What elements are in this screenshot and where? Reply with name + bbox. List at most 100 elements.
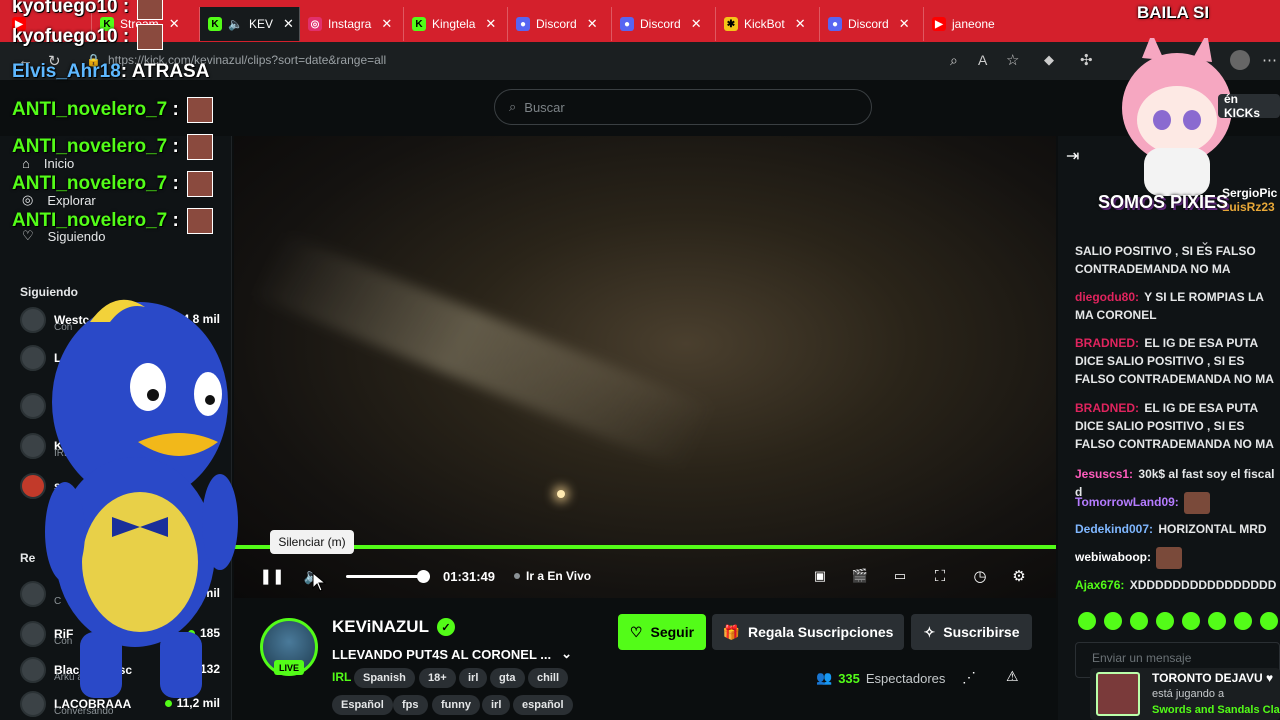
emote-icon[interactable] [1104, 612, 1122, 630]
chat-username[interactable]: Jesuscs1: [1075, 467, 1133, 481]
chat-username[interactable]: TomorrowLand09: [1075, 495, 1179, 509]
close-icon[interactable]: ✕ [485, 16, 496, 32]
gift-icon: 🎁 [722, 623, 740, 640]
tab-6[interactable]: ✱ KickBot ✕ [716, 7, 820, 41]
close-icon[interactable]: ✕ [899, 16, 910, 32]
chat-username[interactable]: BRADNED: [1075, 336, 1139, 350]
search-input[interactable]: ⌕ Buscar [494, 89, 872, 125]
video-player[interactable] [234, 136, 1056, 598]
overlay-username: ANTI_novelero_7 [12, 99, 168, 121]
close-icon[interactable]: ✕ [381, 16, 392, 32]
chat-username[interactable]: webiwaboop: [1075, 550, 1151, 564]
overlay-text: : [172, 99, 179, 121]
discord-icon: ● [828, 17, 842, 31]
tag[interactable]: funny [432, 695, 480, 715]
emote-icon[interactable] [1182, 612, 1200, 630]
progress-fill [234, 545, 1056, 549]
kick-icon: K [208, 17, 222, 31]
category-link[interactable]: IRL [332, 670, 351, 684]
overlay-line: kyofuego10 : [12, 24, 164, 50]
channel-category: Conversando [54, 706, 114, 717]
discord-icon: ● [620, 17, 634, 31]
viewer-count: 👥 335 Espectadores [816, 670, 945, 686]
report-icon[interactable]: ⚠ [1006, 668, 1019, 685]
zoom-icon[interactable]: ⌕ [950, 52, 958, 69]
tab-1[interactable]: K 🔈 KEV ✕ [200, 7, 300, 41]
now-playing-card: TORONTO DEJAVU ♥ está jugando a Swords a… [1090, 668, 1280, 720]
channel-name-text: KEViNAZUL [332, 617, 429, 636]
penguin-eye [130, 363, 166, 411]
tag[interactable]: irl [459, 668, 488, 688]
tab-3[interactable]: K Kingtela ✕ [404, 7, 508, 41]
emote-icon[interactable] [1234, 612, 1252, 630]
close-icon[interactable]: ✕ [283, 16, 294, 32]
subscribe-button[interactable]: ✧ Suscribirse [911, 614, 1032, 650]
close-icon[interactable]: ✕ [795, 16, 806, 32]
miniplayer-button[interactable]: ▣ [810, 566, 830, 586]
theater-button[interactable]: ▭ [890, 566, 910, 586]
pause-button[interactable]: ❚❚ [259, 566, 284, 586]
extension-icon[interactable]: ◆ [1044, 52, 1054, 68]
tab-7[interactable]: ● Discord ✕ [820, 7, 924, 41]
anime-eye [1183, 110, 1201, 130]
tag[interactable]: 18+ [419, 668, 456, 688]
chat-message: webiwaboop: [1075, 547, 1280, 569]
emote-icon[interactable] [1260, 612, 1278, 630]
heart-icon: ♡ [629, 623, 643, 640]
penguin-eye [194, 372, 222, 416]
anime-body [1144, 148, 1210, 196]
close-icon[interactable]: ✕ [587, 16, 598, 32]
now-playing-game: Swords and Sandals Clas [1152, 704, 1280, 716]
tab-5[interactable]: ● Discord ✕ [612, 7, 716, 41]
tag[interactable]: gta [490, 668, 525, 688]
chat-username[interactable]: Ajax676: [1075, 578, 1124, 592]
chevron-down-icon[interactable]: ⌄ [561, 646, 572, 662]
more-icon[interactable]: ⋯ [1262, 51, 1277, 69]
overlay-emote [137, 0, 164, 20]
discord-icon: ● [516, 17, 530, 31]
emote-icon[interactable] [1208, 612, 1226, 630]
tag[interactable]: fps [393, 695, 428, 715]
kickbot-icon: ✱ [724, 17, 738, 31]
follow-button[interactable]: ♡ Seguir [618, 614, 706, 650]
channel-name[interactable]: KEViNAZUL ✓ [332, 617, 455, 637]
chat-username[interactable]: diegodu80: [1075, 290, 1139, 304]
settings-button[interactable]: ⚙ [1009, 566, 1029, 586]
anime-eye [1153, 110, 1171, 130]
chat-username[interactable]: BRADNED: [1075, 401, 1139, 415]
now-playing-title: TORONTO DEJAVU ♥ [1152, 671, 1274, 685]
chat-username[interactable]: Dedekind007: [1075, 522, 1153, 536]
tab-label: Discord [536, 17, 577, 31]
emote-icon[interactable] [1156, 612, 1174, 630]
chat-text: SALIO POSITIVO , SI ES FALSO CONTRADEMAN… [1075, 244, 1256, 276]
read-aloud-icon[interactable]: A [978, 52, 987, 68]
close-icon[interactable]: ✕ [169, 16, 180, 32]
clip-button[interactable]: 🎬 [850, 566, 870, 586]
live-badge: LIVE [274, 660, 304, 675]
close-icon[interactable]: ✕ [691, 16, 702, 32]
penguin-pupil [205, 395, 215, 405]
chat-message: TomorrowLand09: [1075, 492, 1280, 514]
tag[interactable]: irl [482, 695, 511, 715]
tag[interactable]: chill [528, 668, 569, 688]
share-icon[interactable]: ⋰ [962, 669, 976, 686]
search-placeholder: Buscar [524, 99, 565, 115]
gift-subs-button[interactable]: 🎁 Regala Suscripciones [712, 614, 904, 650]
chat-message: SALIO POSITIVO , SI ES FALSO CONTRADEMAN… [1075, 242, 1280, 278]
tag[interactable]: Spanish [354, 668, 415, 688]
tab-8[interactable]: ▶ janeone [924, 7, 1024, 41]
star-icon[interactable]: ☆ [1006, 51, 1019, 69]
instagram-icon: ◎ [308, 17, 322, 31]
puzzle-icon[interactable]: ✣ [1080, 51, 1093, 69]
tag[interactable]: español [513, 695, 573, 715]
tag[interactable]: Español [332, 695, 393, 715]
mute-tooltip: Silenciar (m) [270, 530, 354, 554]
collapse-chat-icon[interactable]: ⇥ [1066, 146, 1079, 166]
tab-2[interactable]: ◎ Instagra ✕ [300, 7, 404, 41]
go-live-button[interactable]: Ir a En Vivo [514, 569, 591, 583]
fullscreen-button[interactable]: ⛶ [930, 566, 950, 586]
emote-icon[interactable] [1078, 612, 1096, 630]
playback-speed-button[interactable]: ◷ [970, 566, 990, 586]
emote-icon[interactable] [1130, 612, 1148, 630]
tab-4[interactable]: ● Discord ✕ [508, 7, 612, 41]
